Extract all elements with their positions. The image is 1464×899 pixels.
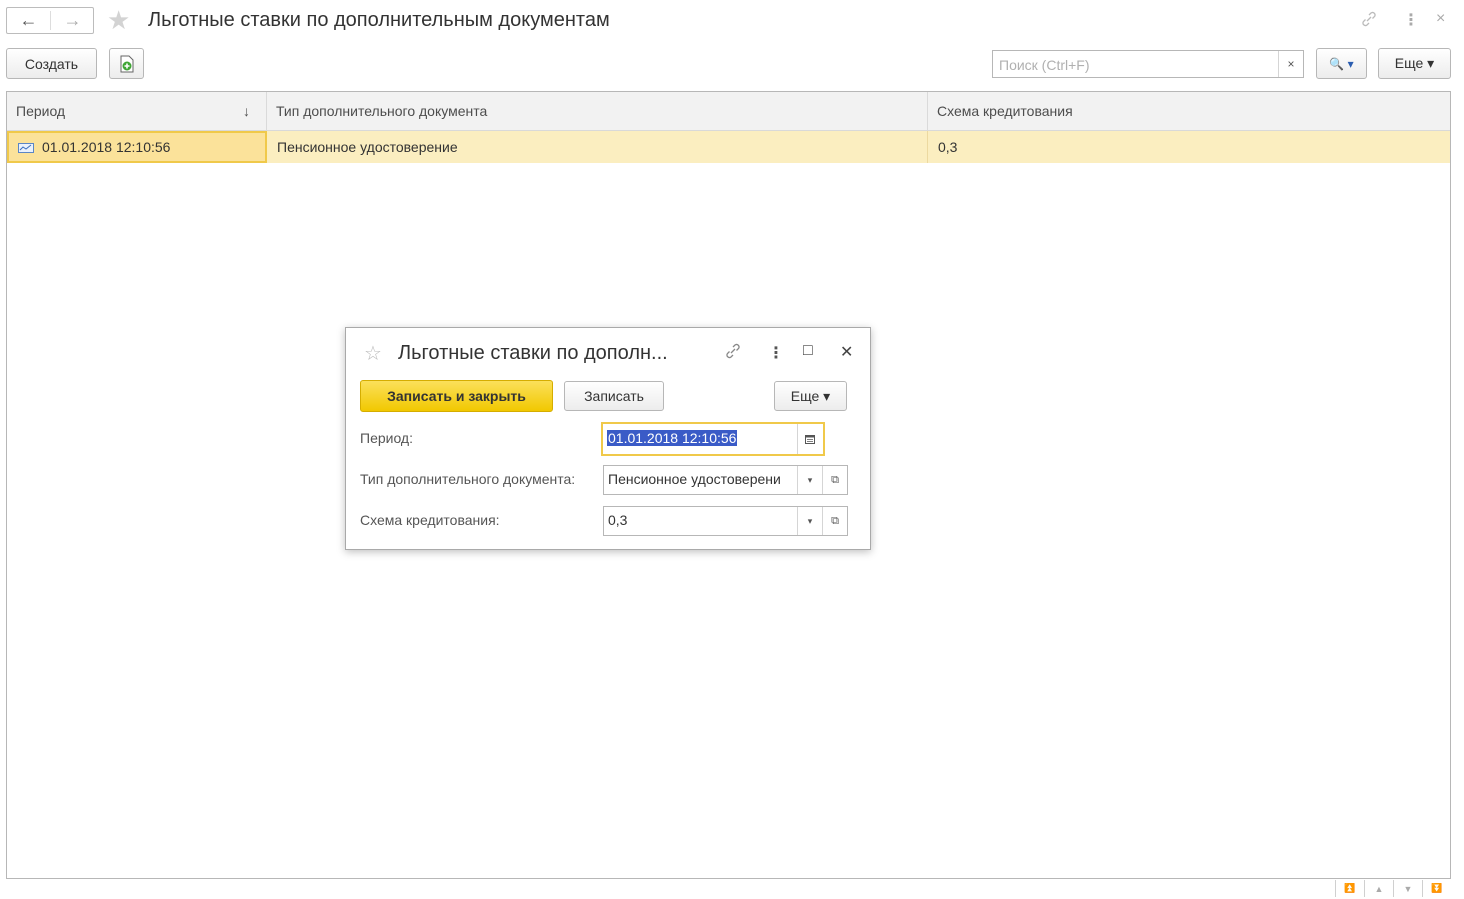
scroll-down-icon[interactable]: ▼ — [1393, 880, 1422, 897]
open-icon[interactable]: ⧉ — [822, 466, 847, 494]
cell-doc-type[interactable]: Пенсионное удостоверение — [267, 131, 928, 163]
scheme-input[interactable]: 0,3 — [608, 512, 627, 528]
document-add-icon — [120, 55, 133, 72]
cell-period[interactable]: 01.01.2018 12:10:56 — [7, 131, 267, 163]
close-icon[interactable]: × — [1436, 10, 1445, 28]
save-and-close-button[interactable]: Записать и закрыть — [360, 380, 553, 412]
back-arrow-icon[interactable]: ← — [7, 8, 50, 33]
record-icon — [18, 143, 34, 154]
scroll-bottom-icon[interactable]: ⏬ — [1422, 880, 1451, 897]
dropdown-icon[interactable]: ▾ — [797, 507, 822, 535]
calendar-icon[interactable] — [797, 424, 822, 454]
period-value: 01.01.2018 12:10:56 — [42, 139, 171, 155]
cell-scheme[interactable]: 0,3 — [928, 131, 1450, 163]
scroll-controls: ⏫ ▲ ▼ ⏬ — [1335, 880, 1453, 898]
create-button[interactable]: Создать — [6, 48, 97, 79]
more-button[interactable]: Еще ▾ — [1378, 48, 1451, 79]
doc-type-field[interactable]: Пенсионное удостоверени ▾ ⧉ — [603, 465, 848, 495]
favorite-star-icon[interactable]: ★ — [107, 7, 130, 34]
copy-button[interactable] — [109, 48, 144, 79]
dropdown-icon[interactable]: ▾ — [797, 466, 822, 494]
page-title: Льготные ставки по дополнительным докуме… — [148, 9, 610, 31]
navigation-group: ← → — [6, 7, 94, 34]
doc-type-input[interactable]: Пенсионное удостоверени — [608, 471, 794, 487]
period-field[interactable]: 01.01.2018 12:10:56 — [601, 422, 825, 456]
link-icon[interactable] — [1360, 10, 1378, 33]
dialog-close-icon[interactable]: ✕ — [840, 342, 853, 362]
scheme-field[interactable]: 0,3 ▾ ⧉ — [603, 506, 848, 536]
maximize-icon[interactable]: □ — [803, 342, 813, 360]
sort-down-icon: ↓ — [243, 103, 250, 119]
forward-arrow-icon[interactable]: → — [51, 8, 94, 33]
period-label: Период: — [360, 430, 413, 446]
dialog-more-icon[interactable]: ⋮ — [768, 343, 784, 363]
clear-search-icon[interactable]: × — [1278, 51, 1303, 77]
table-header: Период ↓ Тип дополнительного документа С… — [7, 92, 1450, 131]
search-field[interactable]: × — [992, 50, 1304, 78]
dialog-more-button[interactable]: Еще ▾ — [774, 381, 847, 411]
dialog-title: Льготные ставки по дополн... — [398, 342, 668, 364]
open-icon[interactable]: ⧉ — [822, 507, 847, 535]
column-label: Период — [16, 103, 66, 119]
scroll-top-icon[interactable]: ⏫ — [1335, 880, 1364, 897]
column-header-period[interactable]: Период ↓ — [7, 92, 267, 130]
record-dialog: ☆ Льготные ставки по дополн... ⋮ □ ✕ Зап… — [345, 327, 871, 550]
dialog-link-icon[interactable] — [724, 342, 742, 363]
scroll-up-icon[interactable]: ▲ — [1364, 880, 1393, 897]
search-input[interactable] — [997, 55, 1281, 75]
dialog-star-icon[interactable]: ☆ — [364, 341, 382, 366]
column-header-scheme[interactable]: Схема кредитования — [928, 92, 1450, 130]
table-row[interactable]: 01.01.2018 12:10:56 Пенсионное удостовер… — [7, 131, 1450, 163]
period-input[interactable]: 01.01.2018 12:10:56 — [607, 430, 738, 446]
search-button[interactable]: 🔍 ▾ — [1316, 48, 1367, 79]
doc-type-label: Тип дополнительного документа: — [360, 471, 576, 487]
column-header-doc-type[interactable]: Тип дополнительного документа — [267, 92, 928, 130]
more-vertical-icon[interactable]: ⋮ — [1403, 10, 1419, 30]
save-button[interactable]: Записать — [564, 381, 664, 411]
scheme-label: Схема кредитования: — [360, 512, 500, 528]
